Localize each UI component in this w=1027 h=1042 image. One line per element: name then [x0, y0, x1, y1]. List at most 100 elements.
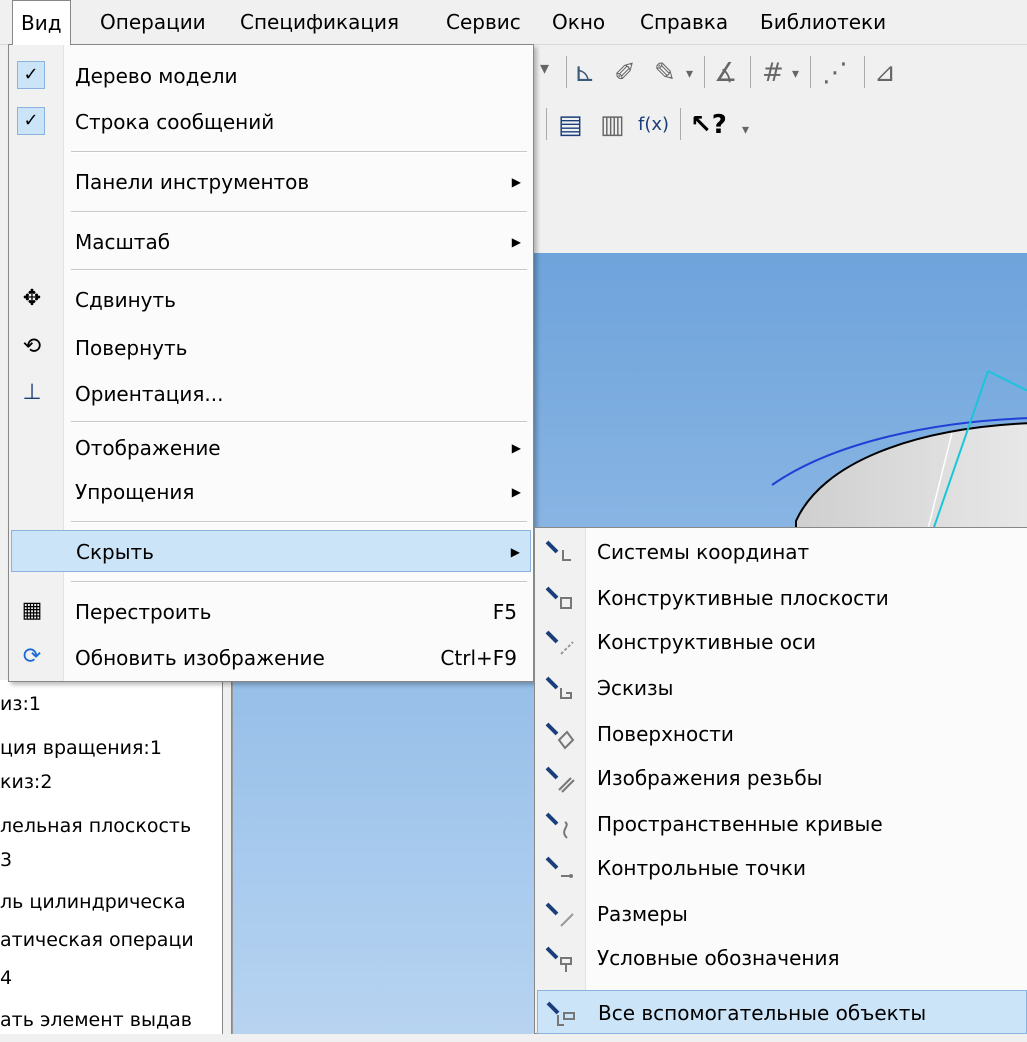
hide-submenu: Системы координат Конструктивные плоскос…: [534, 527, 1027, 1034]
submenu-item-surfaces[interactable]: Поверхности: [537, 712, 1027, 756]
submenu-item-control-points[interactable]: Контрольные точки: [537, 846, 1027, 890]
menu-bar: Вид Операции Спецификация Сервис Окно Сп…: [0, 0, 1027, 45]
rotate-icon: ⟲: [22, 334, 42, 359]
menu-item-model-tree[interactable]: ✓ Дерево модели: [11, 55, 531, 97]
pan-icon: ✥: [22, 286, 42, 311]
menu-item-label: Строка сообщений: [75, 110, 275, 134]
menu-item-rebuild[interactable]: ▦ Перестроить F5: [11, 591, 531, 633]
edit-sketch-icon[interactable]: ✐: [614, 58, 636, 88]
spatial-curves-icon: [545, 812, 568, 839]
submenu-item-label: Конструктивные плоскости: [597, 586, 889, 610]
submenu-item-symbols[interactable]: Условные обозначения: [537, 936, 1027, 980]
context-help-icon[interactable]: ↖?: [690, 110, 727, 140]
menu-view[interactable]: Вид: [12, 0, 71, 45]
menu-item-label: Обновить изображение: [75, 646, 325, 670]
menu-window[interactable]: Окно: [544, 0, 613, 44]
construction-axes-icon: [545, 630, 574, 655]
menu-libraries[interactable]: Библиотеки: [752, 0, 894, 44]
toolbar-separator: [704, 56, 705, 88]
menu-item-label: Повернуть: [75, 336, 188, 360]
formula-icon[interactable]: f(x): [638, 114, 669, 135]
refresh-icon: ⟳: [22, 644, 42, 669]
variables-icon[interactable]: ▥: [600, 110, 625, 140]
panel-splitter[interactable]: [222, 680, 232, 1034]
tree-item[interactable]: ать элемент выдав: [0, 998, 222, 1042]
menu-help[interactable]: Справка: [632, 0, 736, 44]
control-points-icon: [545, 856, 573, 878]
toolbar-top: ▾ ⊾ ✐ ✎ ▾ ∡ # ▾ ⋰ ⊿: [534, 48, 1027, 98]
menu-separator: [71, 521, 527, 523]
menu-item-toolbars[interactable]: Панели инструментов ▶: [11, 161, 531, 203]
symbols-icon: [545, 946, 572, 972]
grid-icon[interactable]: #: [762, 58, 784, 88]
menu-item-label: Сдвинуть: [75, 288, 176, 312]
tree-item[interactable]: 4: [0, 956, 222, 1000]
menu-item-hide[interactable]: Скрыть ▶: [11, 530, 531, 572]
menu-operations[interactable]: Операции: [92, 0, 214, 44]
param-icon[interactable]: ⊿: [874, 58, 896, 88]
menu-item-label: Упрощения: [75, 480, 195, 504]
menu-item-rotate[interactable]: ⟲ Повернуть: [11, 327, 531, 369]
menu-specification[interactable]: Спецификация: [232, 0, 407, 44]
shortcut-label: Ctrl+F9: [440, 646, 517, 670]
tree-item[interactable]: 3: [0, 838, 222, 882]
dropdown-arrow-icon[interactable]: ▾: [540, 58, 549, 79]
menu-item-pan[interactable]: ✥ Сдвинуть: [11, 279, 531, 321]
toolbar-overflow-icon[interactable]: ▾: [742, 122, 749, 138]
coordinate-systems-icon: [545, 540, 571, 561]
menu-item-simplify[interactable]: Упрощения ▶: [11, 471, 531, 513]
submenu-item-label: Конструктивные оси: [597, 630, 816, 654]
tree-item[interactable]: киз:2: [0, 760, 222, 804]
menu-item-label: Перестроить: [75, 600, 212, 624]
menu-separator: [71, 151, 527, 153]
menu-item-message-bar[interactable]: ✓ Строка сообщений: [11, 101, 531, 143]
menu-item-label: Отображение: [75, 436, 221, 460]
dimensions-icon: [545, 902, 574, 927]
library-manager-icon[interactable]: ▤: [558, 110, 583, 140]
submenu-item-construction-axes[interactable]: Конструктивные оси: [537, 620, 1027, 664]
menu-item-label: Ориентация...: [75, 382, 224, 406]
menu-item-orientation[interactable]: ⊥ Ориентация...: [11, 373, 531, 415]
submenu-arrow-icon: ▶: [510, 545, 520, 559]
menu-item-scale[interactable]: Масштаб ▶: [11, 221, 531, 263]
toolbar-separator: [750, 56, 751, 88]
menu-item-display[interactable]: Отображение ▶: [11, 427, 531, 469]
submenu-arrow-icon: ▶: [511, 485, 521, 499]
menu-item-refresh[interactable]: ⟳ Обновить изображение Ctrl+F9: [11, 637, 531, 679]
constraint-icon[interactable]: ⋰: [822, 58, 848, 88]
pencil-icon[interactable]: ✎: [654, 58, 676, 88]
menu-separator: [71, 211, 527, 213]
submenu-item-dimensions[interactable]: Размеры: [537, 892, 1027, 936]
toolbar-separator: [810, 56, 811, 88]
submenu-item-label: Системы координат: [597, 540, 810, 564]
dropdown-arrow-icon[interactable]: ▾: [686, 66, 693, 82]
sketch-icon[interactable]: ⊾: [574, 58, 596, 88]
submenu-item-coordinate-systems[interactable]: Системы координат: [537, 530, 1027, 574]
menu-separator: [71, 269, 527, 271]
view-menu: ✓ Дерево модели ✓ Строка сообщений Панел…: [8, 44, 534, 682]
rebuild-icon: ▦: [21, 598, 43, 623]
tree-item[interactable]: из:1: [0, 682, 222, 726]
all-auxiliary-objects-icon: [546, 1001, 575, 1026]
submenu-item-all-auxiliary[interactable]: Все вспомогательные объекты: [537, 990, 1027, 1034]
menu-item-label: Дерево модели: [75, 64, 238, 88]
menu-separator: [71, 421, 527, 423]
toolbar-separator: [546, 108, 547, 140]
submenu-item-spatial-curves[interactable]: Пространственные кривые: [537, 802, 1027, 846]
submenu-item-label: Изображения резьбы: [597, 766, 823, 790]
submenu-item-sketches[interactable]: Эскизы: [537, 666, 1027, 710]
dropdown-arrow-icon[interactable]: ▾: [792, 66, 799, 82]
sketches-icon: [545, 676, 572, 699]
toolbar-separator: [566, 56, 567, 88]
orientation-icon: ⊥: [22, 380, 42, 405]
thread-images-icon: [545, 766, 575, 793]
submenu-item-label: Поверхности: [597, 722, 734, 746]
angle-icon[interactable]: ∡: [714, 58, 737, 88]
menu-item-label: Панели инструментов: [75, 170, 310, 194]
menu-service[interactable]: Сервис: [438, 0, 529, 44]
submenu-item-label: Пространственные кривые: [597, 812, 883, 836]
help-question-mark: ?: [711, 110, 727, 140]
submenu-item-label: Все вспомогательные объекты: [598, 1001, 927, 1025]
submenu-item-construction-planes[interactable]: Конструктивные плоскости: [537, 576, 1027, 620]
submenu-item-thread-images[interactable]: Изображения резьбы: [537, 756, 1027, 800]
